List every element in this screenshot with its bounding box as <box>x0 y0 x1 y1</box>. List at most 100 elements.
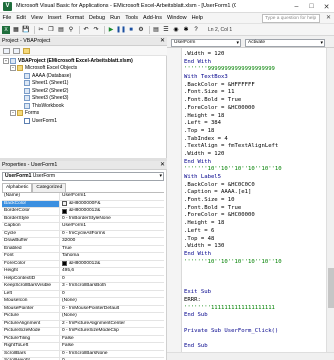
toggle-folders-icon[interactable] <box>23 47 30 54</box>
property-value[interactable]: &H8000000F& <box>60 201 164 208</box>
object-browser-icon[interactable]: ◉ <box>172 26 180 34</box>
property-row[interactable]: PictureAlignment 2 - fmPictureAlignmentCe… <box>2 320 164 328</box>
menu-debug[interactable]: Debug <box>86 15 107 21</box>
property-row[interactable]: ForeColor &H80000012& <box>2 260 164 268</box>
menu-view[interactable]: View <box>28 15 45 21</box>
toolbox-icon[interactable]: ✱ <box>182 26 190 34</box>
menu-file[interactable]: File <box>0 15 14 21</box>
property-row[interactable]: MousePointer 0 - fmMousePointerDefault <box>2 305 164 313</box>
code-line[interactable]: ERRR: <box>184 297 324 305</box>
code-line[interactable]: .Font.Size = 10 <box>184 197 324 205</box>
object-combo[interactable]: UserForm ▾ <box>171 39 241 47</box>
code-line[interactable]: '''''''99999999999999999999 <box>184 66 324 74</box>
property-value[interactable]: 0 - fmCycleAllForms <box>60 231 164 238</box>
tree-item[interactable]: Sheet3 (Sheet3) <box>0 95 167 103</box>
property-value[interactable]: 0 - fmMousePointerDefault <box>60 306 164 313</box>
tree-item[interactable]: - VBAProject (EMicrosoft Excel-Arbeitsbla… <box>0 57 167 65</box>
property-value[interactable]: UserForm1 <box>60 223 164 230</box>
tab-categorized[interactable]: Categorized <box>32 183 67 192</box>
code-line[interactable]: .BackColor = &HFFFFFF <box>184 82 324 90</box>
tree-item[interactable]: ThisWorkbook <box>0 102 167 110</box>
property-value[interactable]: 0 - fmPictureSizeModeClip <box>60 328 164 335</box>
property-value[interactable]: Tahoma <box>60 253 164 260</box>
property-row[interactable]: ScrollBars 0 - fmScrollBarsNone <box>2 350 164 358</box>
tree-item[interactable]: Sheet1 (Sheet1) <box>0 80 167 88</box>
menu-window[interactable]: Window <box>165 15 190 21</box>
tree-item[interactable]: Sheet2 (Sheet2) <box>0 87 167 95</box>
run-icon[interactable]: ▶ <box>107 26 115 34</box>
tab-alphabetic[interactable]: Alphabetic <box>2 183 33 192</box>
property-row[interactable]: Left 0 <box>2 290 164 298</box>
property-row[interactable]: DrawBuffer 32000 <box>2 238 164 246</box>
cut-icon[interactable]: ✂ <box>37 26 45 34</box>
view-object-icon[interactable] <box>13 47 20 54</box>
code-line[interactable]: With Label5 <box>184 174 324 182</box>
code-line[interactable]: .Caption = AAAA.[e1] <box>184 189 324 197</box>
code-line[interactable] <box>184 335 324 343</box>
code-line[interactable]: .Height = 18 <box>184 220 324 228</box>
break-icon[interactable]: ❚❚ <box>116 26 126 34</box>
property-value[interactable]: (None) <box>60 313 164 320</box>
design-mode-icon[interactable]: ⚙ <box>137 26 145 34</box>
insert-userform-icon[interactable]: ▦ <box>12 26 20 34</box>
code-line[interactable]: ''''''''1111111111111111111 <box>184 305 324 313</box>
code-line[interactable]: .TabIndex = 4 <box>184 136 324 144</box>
chevron-down-icon[interactable]: ▾ <box>159 173 162 180</box>
find-icon[interactable]: ⚲ <box>67 26 75 34</box>
vertical-scrollbar[interactable] <box>326 48 334 352</box>
menu-add-ins[interactable]: Add-Ins <box>141 15 165 21</box>
code-window-close-icon[interactable]: ✕ <box>326 13 331 24</box>
property-value[interactable]: False <box>60 343 164 350</box>
code-line[interactable]: '''''''10''10''10''10''10''10 <box>184 166 324 174</box>
tree-item[interactable]: - Forms <box>0 110 167 118</box>
scrollbar-thumb[interactable] <box>328 268 334 308</box>
property-row[interactable]: Font Tahoma <box>2 253 164 261</box>
property-row[interactable]: Height 495,6 <box>2 268 164 276</box>
menu-edit[interactable]: Edit <box>14 15 28 21</box>
chevron-down-icon[interactable]: ▾ <box>236 40 239 46</box>
code-line[interactable] <box>184 320 324 328</box>
project-explorer-close-icon[interactable]: ✕ <box>160 37 165 46</box>
code-line[interactable]: End Sub <box>184 312 324 320</box>
property-row[interactable]: PictureSizeMode 0 - fmPictureSizeModeClip <box>2 328 164 336</box>
code-line[interactable]: End With <box>184 59 324 67</box>
code-line[interactable] <box>184 266 324 274</box>
code-line[interactable]: .TextAlign = fmTextAlignLeft <box>184 143 324 151</box>
minimize-button[interactable]: – <box>289 0 304 13</box>
menu-tools[interactable]: Tools <box>123 15 141 21</box>
code-line[interactable]: .Width = 120 <box>184 51 324 59</box>
code-line[interactable]: .Left = 384 <box>184 120 324 128</box>
code-line[interactable]: .ForeColor = &HC00000 <box>184 212 324 220</box>
code-line[interactable]: .Font.Size = 11 <box>184 89 324 97</box>
code-editor[interactable]: .Width = 120 End With '''''''9999999999999… <box>184 51 324 351</box>
expand-collapse-icon[interactable]: - <box>10 110 16 117</box>
close-button[interactable]: ✕ <box>319 0 334 13</box>
code-line[interactable]: .ForeColor = &HC00000 <box>184 105 324 113</box>
property-row[interactable]: HelpContextID 0 <box>2 275 164 283</box>
property-value[interactable]: (None) <box>60 298 164 305</box>
menu-format[interactable]: Format <box>64 15 86 21</box>
code-line[interactable]: .Left = 6 <box>184 228 324 236</box>
property-value[interactable]: &H80000012& <box>60 261 164 268</box>
code-line[interactable]: End With <box>184 251 324 259</box>
margin-indicator-bar[interactable] <box>167 48 182 360</box>
code-line[interactable]: .Width = 130 <box>184 243 324 251</box>
code-line[interactable]: .Top = 48 <box>184 236 324 244</box>
menu-help[interactable]: Help <box>189 15 205 21</box>
code-line[interactable]: End With <box>184 159 324 167</box>
view-code-icon[interactable] <box>3 47 10 54</box>
code-line[interactable] <box>184 282 324 290</box>
property-value[interactable]: 0 - fmScrollBarsNone <box>60 351 164 358</box>
tree-item[interactable]: UserForm1 <box>0 117 167 125</box>
maximize-button[interactable]: □ <box>304 0 319 13</box>
property-value[interactable]: False <box>60 336 164 343</box>
horizontal-scrollbar[interactable] <box>167 352 334 360</box>
code-line[interactable]: Private Sub UserForm_Click() <box>184 328 324 336</box>
procedure-combo[interactable]: Activate ▾ <box>245 39 325 47</box>
redo-icon[interactable]: ↷ <box>92 26 100 34</box>
code-line[interactable]: .BackColor = &HC0C0C0 <box>184 182 324 190</box>
expand-collapse-icon[interactable]: - <box>3 57 9 64</box>
property-row[interactable]: Picture (None) <box>2 313 164 321</box>
properties-close-icon[interactable]: ✕ <box>160 161 165 170</box>
property-row[interactable]: (Name) UserForm1 <box>2 193 164 201</box>
